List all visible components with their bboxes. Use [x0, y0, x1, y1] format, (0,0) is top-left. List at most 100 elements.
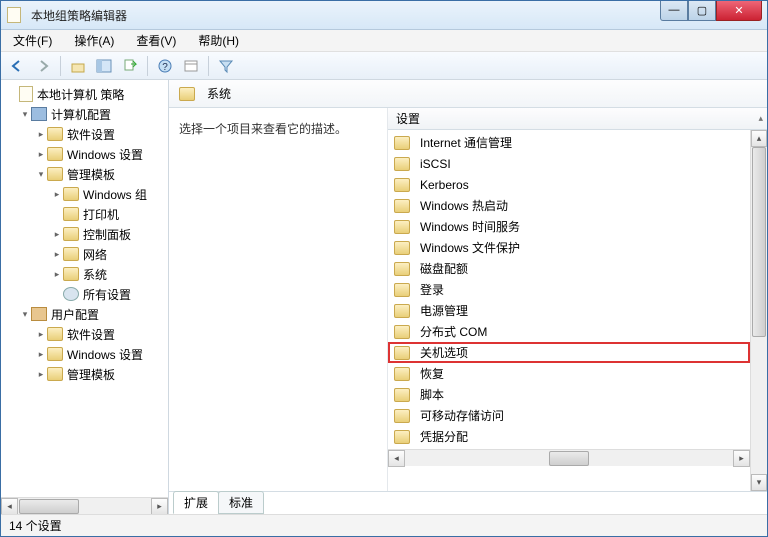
menu-action[interactable]: 操作(A): [68, 30, 120, 51]
expander-icon[interactable]: ▸: [51, 188, 63, 200]
scroll-up-button[interactable]: ▴: [751, 130, 767, 147]
expander-icon[interactable]: ▸: [35, 348, 47, 360]
expander-icon[interactable]: ▸: [51, 228, 63, 240]
svg-text:?: ?: [162, 62, 168, 73]
expander-icon[interactable]: ▸: [51, 268, 63, 280]
folder-icon: [394, 157, 410, 171]
tab-extended[interactable]: 扩展: [173, 491, 219, 514]
properties-button[interactable]: [179, 54, 203, 78]
expander-icon[interactable]: ▸: [35, 328, 47, 340]
folder-icon: [47, 127, 63, 141]
list-item[interactable]: Internet 通信管理: [388, 132, 750, 153]
list-item[interactable]: 登录: [388, 279, 750, 300]
expander-icon[interactable]: ▸: [35, 368, 47, 380]
title-bar[interactable]: 本地组策略编辑器 — ▢ ✕: [1, 1, 767, 30]
toolbar: ?: [1, 52, 767, 80]
show-hide-tree-button[interactable]: [92, 54, 116, 78]
settings-list[interactable]: Internet 通信管理iSCSI Kerberos Windows 热启动 Win…: [388, 130, 750, 449]
tree-network[interactable]: ▸网络: [3, 244, 166, 264]
tree-software-settings-user[interactable]: ▸软件设置: [3, 324, 166, 344]
up-button[interactable]: [66, 54, 90, 78]
tree[interactable]: 本地计算机 策略 ▾计算机配置 ▸软件设置 ▸Windows 设置 ▾管理模板 …: [1, 80, 168, 497]
folder-icon: [47, 327, 63, 341]
expander-icon[interactable]: [51, 208, 63, 220]
forward-button[interactable]: [31, 54, 55, 78]
minimize-button[interactable]: —: [660, 1, 688, 21]
tree-windows-settings[interactable]: ▸Windows 设置: [3, 144, 166, 164]
list-header[interactable]: 设置 ▴: [388, 108, 767, 130]
maximize-button[interactable]: ▢: [688, 1, 716, 21]
scroll-down-button[interactable]: ▾: [751, 474, 767, 491]
tree-windows-settings-user[interactable]: ▸Windows 设置: [3, 344, 166, 364]
list-vscroll[interactable]: ▴ ▾: [750, 130, 767, 491]
expander-icon[interactable]: ▾: [19, 308, 31, 320]
list-item-label: Windows 时间服务: [420, 218, 520, 235]
scroll-up-icon[interactable]: ▴: [758, 113, 763, 124]
expander-icon[interactable]: ▾: [35, 168, 47, 180]
list-item-label: Kerberos: [420, 178, 469, 192]
folder-icon: [394, 283, 410, 297]
folder-icon: [63, 247, 79, 261]
filter-button[interactable]: [214, 54, 238, 78]
tree-printers[interactable]: 打印机: [3, 204, 166, 224]
list-item[interactable]: 凭据分配: [388, 426, 750, 447]
scroll-thumb[interactable]: [549, 451, 589, 466]
list-item[interactable]: 可移动存储访问: [388, 405, 750, 426]
tree-windows-components[interactable]: ▸Windows 组: [3, 184, 166, 204]
scroll-left-button[interactable]: ◂: [388, 450, 405, 467]
scroll-right-button[interactable]: ▸: [733, 450, 750, 467]
list-item[interactable]: Windows 时间服务: [388, 216, 750, 237]
tree-root[interactable]: 本地计算机 策略: [3, 84, 166, 104]
list-item[interactable]: iSCSI: [388, 153, 750, 174]
tree-software-settings[interactable]: ▸软件设置: [3, 124, 166, 144]
expander-icon[interactable]: [51, 288, 63, 300]
list-item[interactable]: Kerberos: [388, 174, 750, 195]
right-pane: 系统 选择一个项目来查看它的描述。 设置 ▴ Internet 通信管理iSCS…: [169, 80, 767, 514]
tree-hscroll[interactable]: ◂ ▸: [1, 497, 168, 514]
toolbar-separator: [208, 56, 209, 76]
list-item[interactable]: 分布式 COM: [388, 321, 750, 342]
folder-icon: [394, 199, 410, 213]
folder-icon: [63, 207, 79, 221]
folder-icon: [394, 241, 410, 255]
list-item[interactable]: 电源管理: [388, 300, 750, 321]
policy-icon: [19, 86, 33, 102]
expander-icon[interactable]: ▸: [51, 248, 63, 260]
expander-icon[interactable]: [7, 88, 19, 100]
tab-standard[interactable]: 标准: [218, 491, 264, 514]
folder-icon: [47, 147, 63, 161]
menu-file[interactable]: 文件(F): [7, 30, 58, 51]
folder-icon: [63, 227, 79, 241]
description-text: 选择一个项目来查看它的描述。: [179, 120, 377, 137]
expander-icon[interactable]: ▾: [19, 108, 31, 120]
list-item[interactable]: Windows 热启动: [388, 195, 750, 216]
export-button[interactable]: [118, 54, 142, 78]
tree-user-config[interactable]: ▾用户配置: [3, 304, 166, 324]
menu-help[interactable]: 帮助(H): [192, 30, 245, 51]
expander-icon[interactable]: ▸: [35, 128, 47, 140]
list-item[interactable]: 恢复: [388, 363, 750, 384]
window-controls: — ▢ ✕: [660, 1, 762, 21]
list-hscroll[interactable]: ◂ ▸: [388, 449, 750, 466]
expander-icon[interactable]: ▸: [35, 148, 47, 160]
tree-computer-config[interactable]: ▾计算机配置: [3, 104, 166, 124]
list-item[interactable]: 磁盘配额: [388, 258, 750, 279]
back-button[interactable]: [5, 54, 29, 78]
scroll-right-button[interactable]: ▸: [151, 498, 168, 515]
menu-view[interactable]: 查看(V): [130, 30, 182, 51]
tree-system[interactable]: ▸系统: [3, 264, 166, 284]
scroll-thumb[interactable]: [752, 147, 766, 337]
help-button[interactable]: ?: [153, 54, 177, 78]
scroll-left-button[interactable]: ◂: [1, 498, 18, 515]
list-item[interactable]: 脚本: [388, 384, 750, 405]
scroll-thumb[interactable]: [19, 499, 79, 514]
tree-control-panel[interactable]: ▸控制面板: [3, 224, 166, 244]
close-button[interactable]: ✕: [716, 1, 762, 21]
tree-all-settings[interactable]: 所有设置: [3, 284, 166, 304]
tree-admin-templates-user[interactable]: ▸管理模板: [3, 364, 166, 384]
folder-icon: [394, 136, 410, 150]
column-header-settings[interactable]: 设置: [396, 110, 420, 127]
list-item[interactable]: 关机选项: [388, 342, 750, 363]
list-item[interactable]: Windows 文件保护: [388, 237, 750, 258]
tree-admin-templates[interactable]: ▾管理模板: [3, 164, 166, 184]
